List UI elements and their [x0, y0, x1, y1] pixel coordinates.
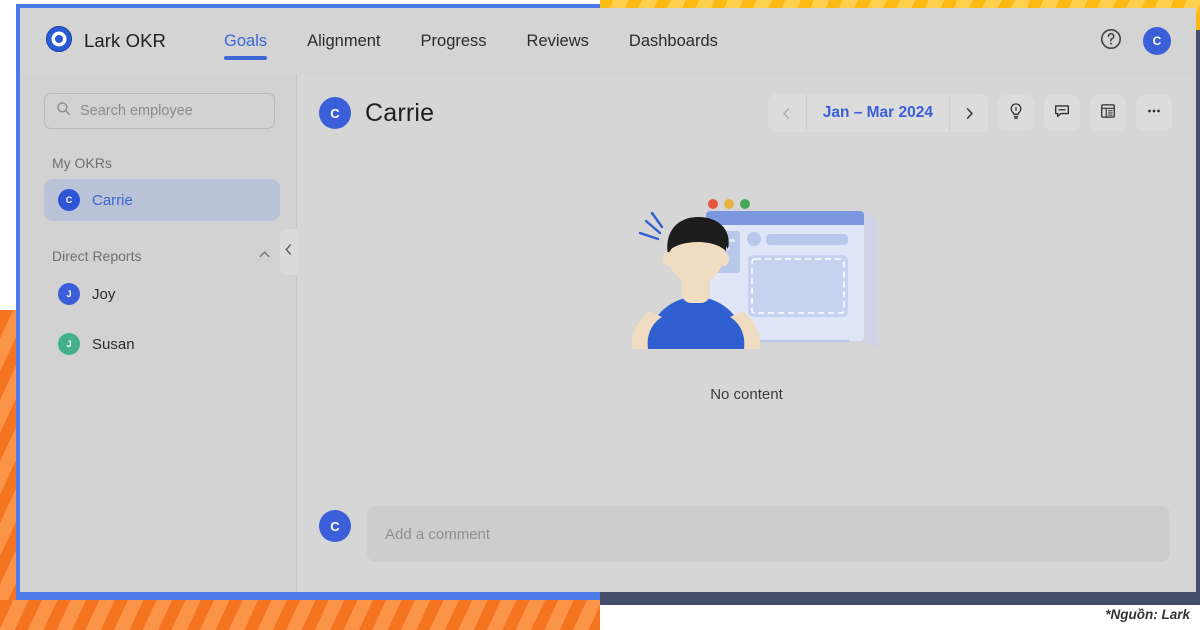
search-placeholder: Search employee — [80, 103, 193, 119]
sidebar-item-label: Susan — [92, 335, 135, 353]
empty-state-text: No content — [710, 386, 783, 403]
top-navigation-bar: Lark OKR Goals Alignment Progress Review… — [20, 8, 1196, 74]
main-content: C Carrie Jan – Mar 2024 No content C Add… — [297, 74, 1196, 592]
tab-dashboards[interactable]: Dashboards — [609, 8, 738, 74]
date-range-picker: Jan – Mar 2024 — [767, 94, 988, 132]
comment-bar: C Add a comment — [319, 506, 1170, 562]
source-caption: *Nguồn: Lark — [1105, 607, 1190, 622]
app-body: Search employee My OKRs C Carrie Direct … — [20, 74, 1196, 592]
sidebar-item-susan[interactable]: J Susan — [44, 323, 280, 365]
sidebar-item-carrie[interactable]: C Carrie — [44, 179, 280, 221]
tips-button[interactable] — [998, 95, 1034, 131]
lark-okr-app-window: Lark OKR Goals Alignment Progress Review… — [20, 8, 1196, 592]
section-direct-reports[interactable]: Direct Reports — [52, 247, 272, 265]
question-circle-icon[interactable] — [1099, 27, 1123, 56]
brand-name: Lark OKR — [84, 30, 167, 51]
comment-icon — [1053, 102, 1071, 125]
date-range-prev-button[interactable] — [768, 94, 806, 132]
more-button[interactable] — [1136, 95, 1172, 131]
sidebar-item-label: Carrie — [92, 191, 133, 209]
person-at-browser-illustration — [602, 199, 892, 364]
sidebar-item-joy[interactable]: J Joy — [44, 273, 280, 315]
decorative-stripes-bottom — [0, 600, 600, 630]
empty-state: No content — [297, 199, 1196, 403]
list-view-icon — [1099, 102, 1117, 125]
nav-tabs: Goals Alignment Progress Reviews Dashboa… — [204, 8, 738, 74]
page-avatar: C — [319, 97, 351, 129]
nav-right-actions: C — [1099, 27, 1171, 56]
sidebar-item-label: Joy — [92, 285, 116, 303]
section-my-okrs: My OKRs — [52, 155, 272, 171]
more-dots-icon — [1145, 102, 1163, 125]
comment-input[interactable]: Add a comment — [367, 506, 1170, 562]
date-range-label[interactable]: Jan – Mar 2024 — [805, 94, 950, 132]
avatar: J — [58, 333, 80, 355]
bullseye-icon — [45, 25, 73, 58]
brand[interactable]: Lark OKR — [45, 25, 166, 58]
user-avatar[interactable]: C — [1143, 27, 1171, 55]
chevron-up-icon[interactable] — [257, 247, 272, 265]
avatar: C — [58, 189, 80, 211]
lightbulb-icon — [1007, 102, 1025, 125]
screenshot-stage: Lark OKR Goals Alignment Progress Review… — [0, 0, 1200, 630]
search-input[interactable]: Search employee — [44, 93, 275, 129]
chevron-left-icon — [283, 243, 294, 261]
section-my-okrs-label: My OKRs — [52, 155, 112, 171]
list-view-button[interactable] — [1090, 95, 1126, 131]
tab-goals[interactable]: Goals — [204, 8, 287, 74]
tab-reviews[interactable]: Reviews — [507, 8, 609, 74]
sidebar: Search employee My OKRs C Carrie Direct … — [20, 74, 297, 592]
tab-alignment[interactable]: Alignment — [287, 8, 400, 74]
tab-progress[interactable]: Progress — [401, 8, 507, 74]
comment-avatar: C — [319, 510, 351, 542]
section-direct-reports-label: Direct Reports — [52, 248, 142, 264]
page-title: Carrie — [365, 98, 435, 127]
avatar: J — [58, 283, 80, 305]
date-range-next-button[interactable] — [950, 94, 988, 132]
search-icon — [56, 101, 71, 121]
header-tools: Jan – Mar 2024 — [767, 94, 1172, 132]
comment-placeholder: Add a comment — [385, 525, 491, 543]
comments-button[interactable] — [1044, 95, 1080, 131]
main-header: C Carrie Jan – Mar 2024 — [297, 84, 1196, 142]
sidebar-collapse-button[interactable] — [280, 229, 297, 275]
